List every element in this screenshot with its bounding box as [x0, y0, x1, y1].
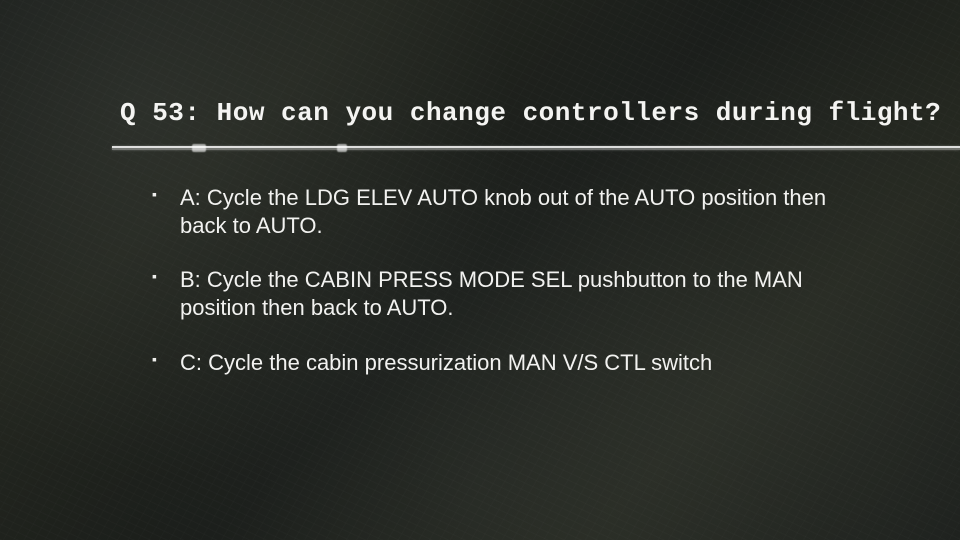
question-number: Q 53:	[120, 98, 201, 128]
answer-text: Cycle the LDG ELEV AUTO knob out of the …	[180, 185, 826, 238]
list-item: B: Cycle the CABIN PRESS MODE SEL pushbu…	[152, 266, 828, 322]
divider	[112, 146, 960, 150]
answer-text: Cycle the cabin pressurization MAN V/S C…	[208, 350, 712, 375]
answer-letter: B:	[180, 267, 201, 292]
answer-list: A: Cycle the LDG ELEV AUTO knob out of t…	[120, 184, 840, 377]
answer-text: Cycle the CABIN PRESS MODE SEL pushbutto…	[180, 267, 803, 320]
list-item: C: Cycle the cabin pressurization MAN V/…	[152, 349, 828, 377]
answer-letter: C:	[180, 350, 202, 375]
question-heading: Q 53: How can you change controllers dur…	[120, 98, 840, 128]
answer-letter: A:	[180, 185, 201, 210]
list-item: A: Cycle the LDG ELEV AUTO knob out of t…	[152, 184, 828, 240]
question-text: How can you change controllers during fl…	[217, 98, 942, 128]
slide: Q 53: How can you change controllers dur…	[0, 0, 960, 540]
